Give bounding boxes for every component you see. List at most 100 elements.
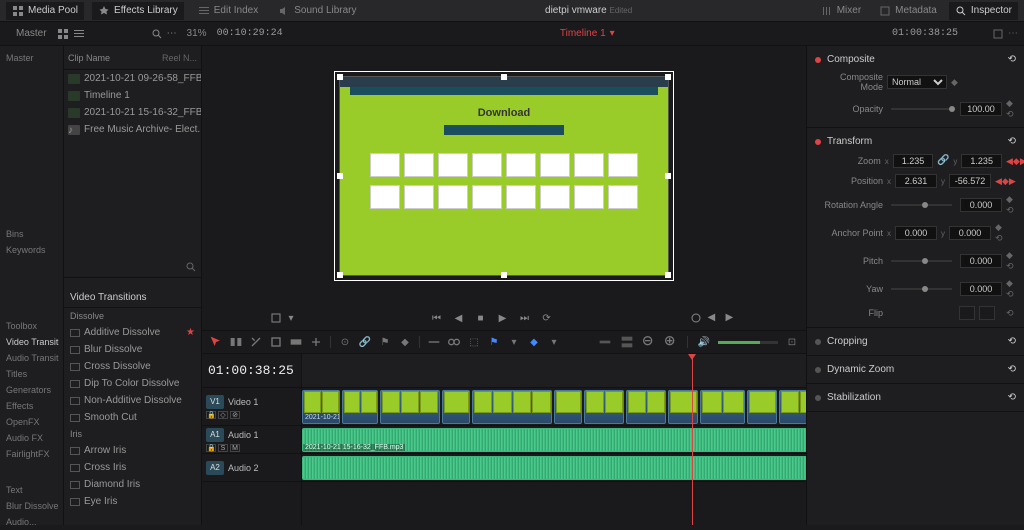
timeline-view-icon[interactable] [619, 334, 635, 350]
resize-handle[interactable] [501, 74, 507, 80]
flag-tool[interactable]: ⚑ [377, 334, 393, 350]
more-icon[interactable]: ⋯ [1008, 28, 1018, 40]
section-dynamic-zoom[interactable]: Dynamic Zoom⟲ [815, 360, 1016, 379]
sidebar-item[interactable]: Blur Dissolve [4, 498, 59, 514]
tab-mixer[interactable]: Mixer [815, 2, 867, 20]
zoom-y-value[interactable]: 1.235 [961, 154, 1002, 168]
overwrite-tool[interactable] [288, 334, 304, 350]
sidebar-item[interactable]: Effects [4, 398, 59, 414]
opacity-slider[interactable] [891, 108, 952, 110]
transform-tool-icon[interactable] [270, 312, 282, 324]
pitch-slider[interactable] [891, 260, 952, 262]
audio-track-2[interactable] [302, 454, 806, 482]
reset-icon[interactable]: ⟲ [1008, 392, 1016, 403]
transition-item[interactable]: Non-Additive Dissolve [64, 392, 201, 409]
flag-blue[interactable]: ⚑ [486, 334, 502, 350]
reset-icon[interactable]: ⟲ [1008, 364, 1016, 375]
flip-h-button[interactable] [959, 306, 975, 320]
search-icon[interactable] [151, 28, 163, 40]
loop-button[interactable]: ⟳ [540, 311, 554, 325]
timeline-selector[interactable]: Timeline 1 ▾ [560, 28, 615, 39]
selection-box[interactable] [334, 71, 674, 281]
volume-slider[interactable] [718, 341, 778, 344]
clip-item[interactable]: 2021-10-21 15-16-32_FFB... [64, 104, 201, 121]
sidebar-item[interactable]: Text [4, 482, 59, 498]
resize-handle[interactable] [337, 74, 343, 80]
marker-blue[interactable]: ◆ [526, 334, 542, 350]
video-clip[interactable] [472, 390, 552, 424]
track-header-a2[interactable]: A2Audio 2 [202, 454, 301, 482]
track-badge[interactable]: A2 [206, 461, 224, 475]
selection-tool[interactable] [208, 334, 224, 350]
keyframe-controls[interactable]: ◆ [951, 77, 961, 88]
reset-icon[interactable]: ⟲ [1008, 54, 1016, 65]
transition-item[interactable]: Arrow Iris [64, 442, 201, 459]
flip-v-button[interactable] [979, 306, 995, 320]
dropdown-icon[interactable]: ▾ [506, 334, 522, 350]
pos-x-value[interactable]: 2.631 [895, 174, 937, 188]
video-clip[interactable] [779, 390, 806, 424]
pos-y-value[interactable]: -56.572 [949, 174, 991, 188]
reset-icon[interactable]: ⟲ [1006, 308, 1016, 319]
transition-item[interactable]: Cross Iris [64, 459, 201, 476]
replace-tool[interactable] [308, 334, 324, 350]
stop-button[interactable]: ■ [474, 311, 488, 325]
video-track-1[interactable]: 2021-10-21 09-26-58_FFB.mp4 [302, 388, 806, 426]
favorite-icon[interactable]: ★ [186, 327, 195, 338]
search-icon[interactable] [185, 261, 197, 273]
resize-handle[interactable] [337, 173, 343, 179]
transition-item[interactable]: Dip To Color Dissolve [64, 375, 201, 392]
next-frame-button[interactable]: ⏭ [518, 311, 532, 325]
tab-sound-library[interactable]: Sound Library [272, 2, 362, 20]
resize-handle[interactable] [337, 272, 343, 278]
play-button[interactable]: ▶ [496, 311, 510, 325]
video-clip[interactable] [584, 390, 624, 424]
video-clip[interactable] [668, 390, 698, 424]
transition-item[interactable]: Smooth Cut [64, 409, 201, 426]
section-composite[interactable]: Composite⟲ [815, 50, 1016, 69]
keyframe-controls[interactable]: ◀◆▶ [995, 176, 1005, 187]
dropdown-icon[interactable]: ▾ [546, 334, 562, 350]
sidebar-item[interactable]: Video Transitions [4, 334, 59, 350]
timeline-timecode[interactable]: 01:00:38:25 [202, 354, 301, 388]
column-header[interactable]: Reel N... [162, 53, 197, 63]
video-clip[interactable] [342, 390, 378, 424]
anchor-x-value[interactable]: 0.000 [895, 226, 937, 240]
sidebar-item[interactable]: Bins [4, 226, 59, 242]
dropdown-icon[interactable]: ▾ [288, 313, 293, 324]
track-badge[interactable]: A1 [206, 428, 224, 442]
resize-handle[interactable] [501, 272, 507, 278]
rotation-value[interactable]: 0.000 [960, 198, 1002, 212]
mark-out-icon[interactable]: ▶ [726, 312, 738, 324]
pitch-value[interactable]: 0.000 [960, 254, 1002, 268]
rotation-slider[interactable] [891, 204, 952, 206]
audio-clip[interactable]: 2021-10-21 15-16-32_FFB.mp3 [302, 428, 806, 452]
transition-item[interactable]: Additive Dissolve★ [64, 324, 201, 341]
video-clip[interactable] [442, 390, 470, 424]
sidebar-item[interactable]: FairlightFX [4, 446, 59, 462]
resize-handle[interactable] [665, 272, 671, 278]
tab-inspector[interactable]: Inspector [949, 2, 1018, 20]
list-view-icon[interactable] [73, 28, 85, 40]
transition-item[interactable]: Eye Iris [64, 493, 201, 510]
video-clip[interactable] [700, 390, 745, 424]
viewer-settings-icon[interactable] [992, 28, 1004, 40]
snap-toggle[interactable] [426, 334, 442, 350]
position-lock[interactable]: ⬚ [466, 334, 482, 350]
reset-icon[interactable]: ⟲ [1008, 136, 1016, 147]
sidebar-item[interactable]: Audio FX [4, 430, 59, 446]
match-frame-icon[interactable] [690, 312, 702, 324]
link-toggle[interactable] [446, 334, 462, 350]
section-stabilization[interactable]: Stabilization⟲ [815, 388, 1016, 407]
zoom-x-value[interactable]: 1.235 [893, 154, 934, 168]
timeline-body[interactable]: 2021-10-21 09-26-58_FFB.mp4 [302, 354, 806, 525]
track-header-a1[interactable]: A1Audio 1 🔒SM [202, 426, 301, 454]
mark-in-icon[interactable]: ◀ [708, 312, 720, 324]
sidebar-item[interactable]: Audio Transitions [4, 350, 59, 366]
lock-icon[interactable]: 🔒 [206, 444, 216, 452]
timeline-ruler[interactable] [302, 354, 806, 388]
opacity-value[interactable]: 100.00 [960, 102, 1002, 116]
keyframe-controls[interactable]: ◀◆▶ [1006, 156, 1016, 167]
section-transform[interactable]: Transform⟲ [815, 132, 1016, 151]
link-icon[interactable]: 🔗 [937, 155, 949, 167]
